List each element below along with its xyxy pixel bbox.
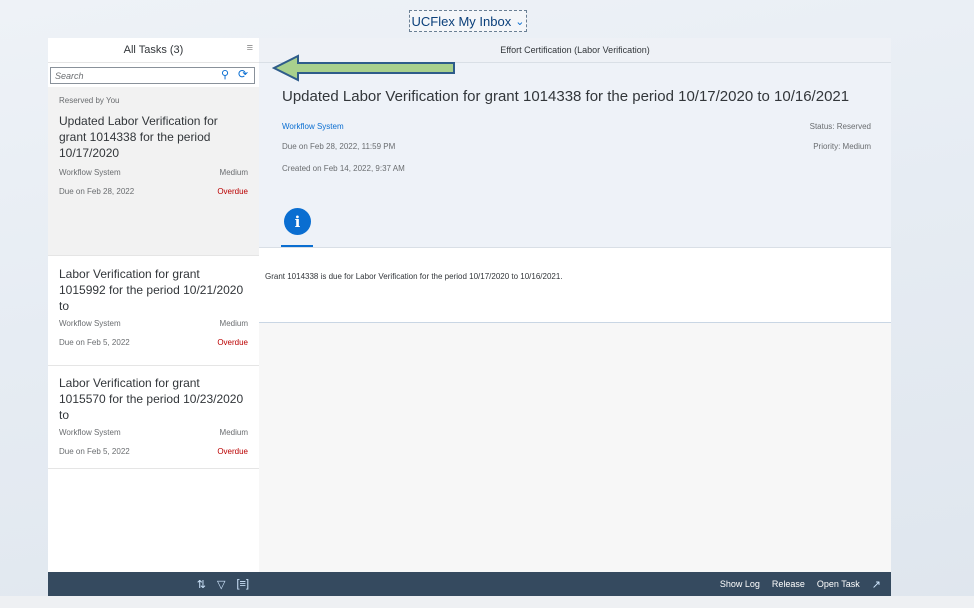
- detail-created-date: Created on Feb 14, 2022, 9:37 AM: [282, 164, 405, 173]
- search-row: ⚲ ⟳: [50, 67, 255, 87]
- app-title-menu[interactable]: UCFlex My Inbox ⌄: [409, 10, 527, 32]
- open-task-button[interactable]: Open Task: [817, 579, 860, 589]
- detail-due-date: Due on Feb 28, 2022, 11:59 PM: [282, 142, 396, 151]
- task-due-date: Due on Feb 5, 2022: [59, 338, 130, 347]
- task-count-title: All Tasks (3): [123, 44, 184, 56]
- bottom-band: [0, 596, 974, 608]
- created-by-link[interactable]: Workflow System: [282, 122, 344, 131]
- task-title: Updated Labor Verification for grant 101…: [59, 114, 218, 160]
- task-title: Labor Verification for grant 1015992 for…: [59, 267, 244, 313]
- search-icon[interactable]: ⚲: [221, 68, 229, 81]
- arrow-shape: [272, 54, 455, 82]
- detail-status: Status: Reserved: [809, 122, 871, 131]
- list-settings-icon[interactable]: ≡: [247, 42, 253, 54]
- release-button[interactable]: Release: [772, 579, 805, 589]
- task-detail-panel: Effort Certification (Labor Verification…: [259, 38, 891, 596]
- filter-icon[interactable]: ▽: [217, 578, 225, 591]
- task-item[interactable]: Labor Verification for grant 1015992 for…: [48, 256, 259, 366]
- sort-icon[interactable]: ⇅: [197, 578, 206, 591]
- detail-priority: Priority: Medium: [813, 142, 871, 151]
- chevron-down-icon: ⌄: [515, 15, 525, 28]
- task-description: Grant 1014338 is due for Labor Verificat…: [265, 272, 563, 281]
- info-icon[interactable]: i: [284, 208, 311, 235]
- task-created-by: Workflow System: [59, 168, 121, 177]
- task-title: Labor Verification for grant 1015570 for…: [59, 376, 244, 422]
- share-icon[interactable]: ↗: [872, 578, 881, 591]
- detail-header: Updated Labor Verification for grant 101…: [259, 63, 891, 247]
- annotation-arrow: [272, 54, 455, 82]
- task-due-date: Due on Feb 5, 2022: [59, 447, 130, 456]
- detail-toolbar: Show Log Release Open Task ↗: [259, 572, 891, 596]
- task-list-panel: All Tasks (3) ≡ ⚲ ⟳ Reserved by You Upda…: [48, 38, 260, 596]
- task-due-date: Due on Feb 28, 2022: [59, 187, 135, 196]
- task-created-by: Workflow System: [59, 319, 121, 328]
- task-created-by: Workflow System: [59, 428, 121, 437]
- task-priority: Medium: [219, 319, 248, 328]
- task-overdue-status: Overdue: [217, 338, 248, 347]
- task-priority: Medium: [219, 428, 248, 437]
- description-section: Grant 1014338 is due for Labor Verificat…: [259, 247, 891, 323]
- task-item[interactable]: Reserved by You Updated Labor Verificati…: [48, 87, 259, 256]
- task-list-toolbar: ⇅ ▽ [≡]: [48, 572, 259, 596]
- task-list-header: All Tasks (3) ≡: [48, 38, 259, 63]
- detail-nav-title: Effort Certification (Labor Verification…: [500, 45, 650, 55]
- task-overdue-status: Overdue: [217, 447, 248, 456]
- task-item[interactable]: Labor Verification for grant 1015570 for…: [48, 366, 259, 469]
- task-overdue-status: Overdue: [217, 187, 248, 196]
- group-header: Reserved by You: [59, 96, 120, 105]
- app-title-text: UCFlex My Inbox: [411, 13, 512, 29]
- shell-header: UCFlex My Inbox ⌄: [0, 0, 974, 36]
- refresh-icon[interactable]: ⟳: [238, 67, 248, 81]
- task-priority: Medium: [219, 168, 248, 177]
- detail-title: Updated Labor Verification for grant 101…: [282, 88, 850, 105]
- show-log-button[interactable]: Show Log: [720, 579, 760, 589]
- group-icon[interactable]: [≡]: [236, 578, 249, 590]
